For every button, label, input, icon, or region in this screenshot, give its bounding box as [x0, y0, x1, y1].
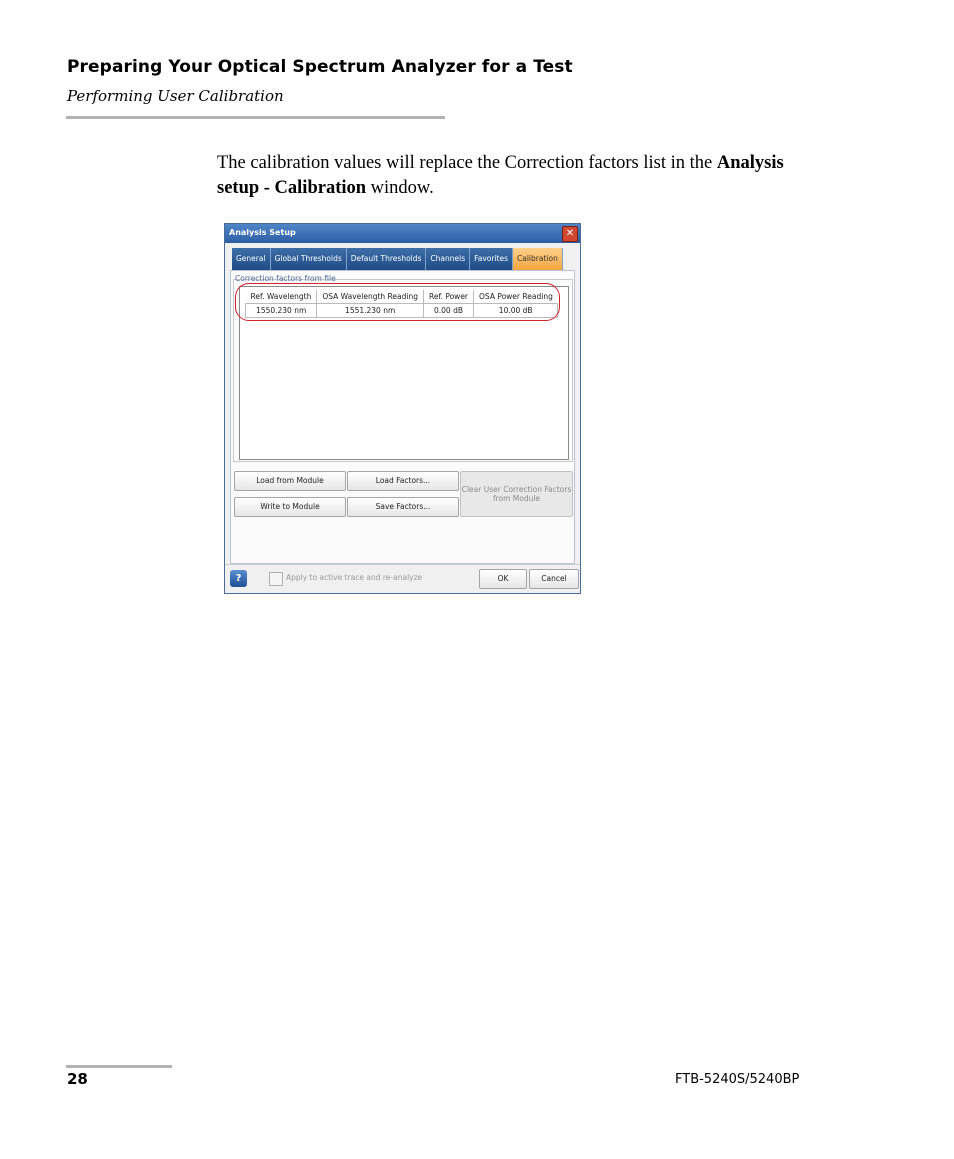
analysis-setup-dialog: Analysis Setup ✕ General Global Threshol…: [224, 223, 581, 594]
apply-checkbox[interactable]: [269, 572, 283, 586]
section-subtitle: Performing User Calibration: [67, 87, 284, 105]
tab-general[interactable]: General: [232, 248, 271, 270]
body-paragraph: The calibration values will replace the …: [217, 151, 817, 201]
page-number: 28: [67, 1070, 88, 1088]
tab-channels[interactable]: Channels: [426, 248, 471, 270]
apply-checkbox-label: Apply to active trace and re-analyze: [286, 573, 423, 582]
footer-divider: [66, 1065, 172, 1068]
highlight-callout: [235, 283, 560, 321]
clear-button-line2: from Module: [492, 494, 541, 503]
body-text-end: window.: [366, 178, 434, 198]
ok-button[interactable]: OK: [479, 569, 527, 589]
close-icon[interactable]: ✕: [562, 226, 578, 242]
tab-calibration[interactable]: Calibration: [513, 248, 563, 270]
cancel-button[interactable]: Cancel: [529, 569, 579, 589]
tab-favorites[interactable]: Favorites: [470, 248, 514, 270]
dialog-footer: ? Apply to active trace and re-analyze O…: [225, 564, 580, 593]
correction-factors-label: Correction factors from file: [235, 274, 336, 283]
product-model: FTB-5240S/5240BP: [675, 1072, 800, 1087]
tab-default-thresholds[interactable]: Default Thresholds: [346, 248, 427, 270]
section-title: Preparing Your Optical Spectrum Analyzer…: [67, 57, 573, 77]
tab-global-thresholds[interactable]: Global Thresholds: [270, 248, 347, 270]
load-factors-button[interactable]: Load Factors...: [347, 471, 459, 491]
load-from-module-button[interactable]: Load from Module: [234, 471, 346, 491]
clear-button-line1: Clear User Correction Factors: [461, 485, 572, 494]
body-text-start: The calibration values will replace the …: [217, 153, 717, 173]
tab-bar: General Global Thresholds Default Thresh…: [232, 248, 563, 270]
dialog-titlebar: Analysis Setup ✕: [225, 224, 580, 243]
header-divider: [66, 116, 445, 119]
save-factors-button[interactable]: Save Factors...: [347, 497, 459, 517]
write-to-module-button[interactable]: Write to Module: [234, 497, 346, 517]
help-icon[interactable]: ?: [230, 570, 247, 587]
clear-user-correction-factors-button[interactable]: Clear User Correction Factors from Modul…: [460, 471, 573, 517]
dialog-title: Analysis Setup: [229, 228, 296, 237]
